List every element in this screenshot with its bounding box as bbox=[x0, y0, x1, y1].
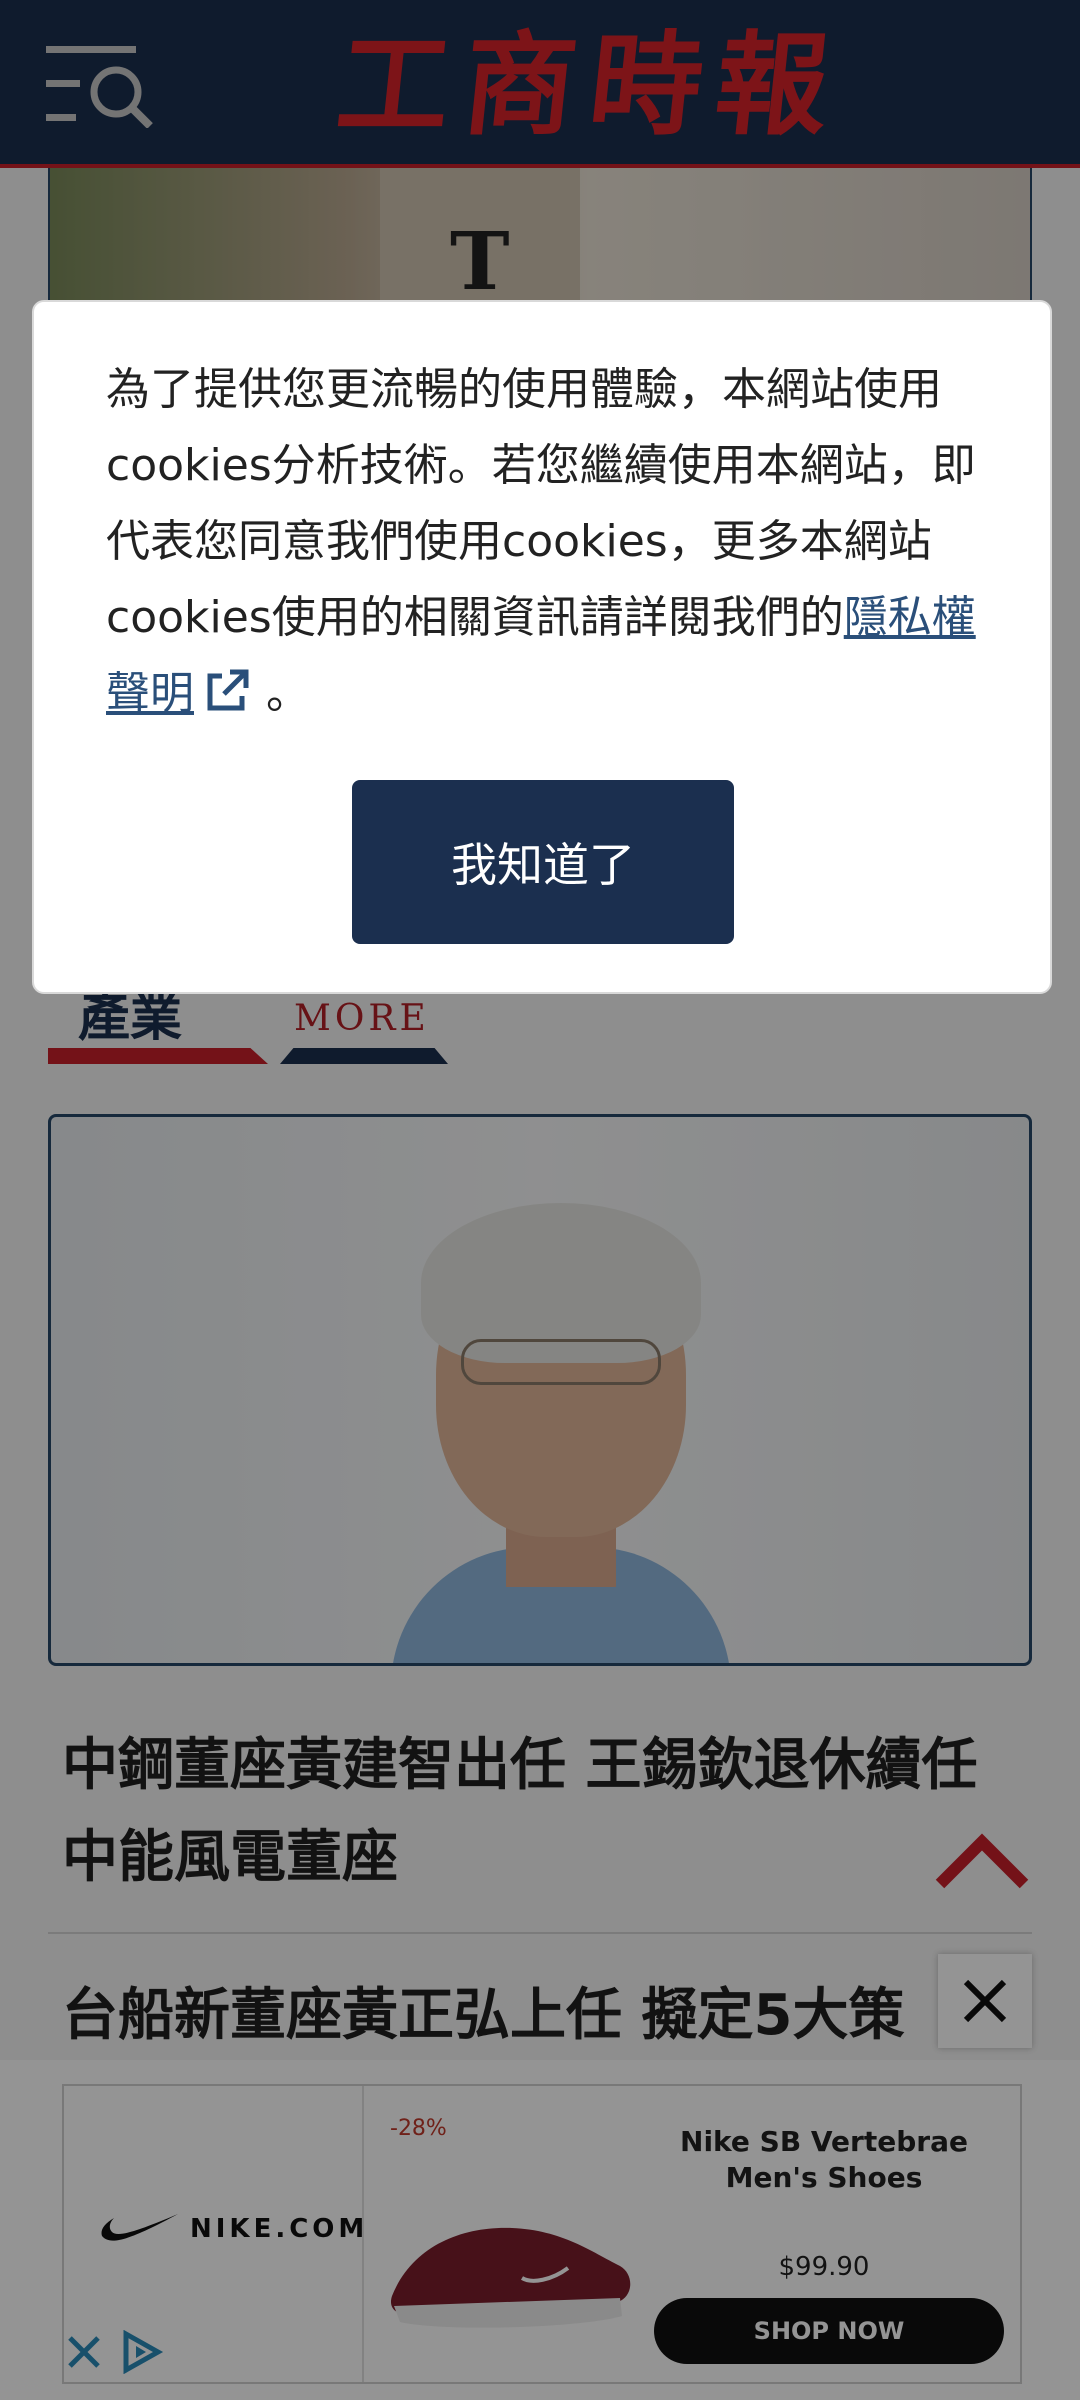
cookie-consent-dialog: 為了提供您更流暢的使用體驗，本網站使用cookies分析技術。若您繼續使用本網站… bbox=[32, 300, 1052, 994]
cookie-consent-tail: 。 bbox=[266, 668, 310, 719]
external-link-icon[interactable] bbox=[202, 666, 252, 716]
cookie-consent-text: 為了提供您更流暢的使用體驗，本網站使用cookies分析技術。若您繼續使用本網站… bbox=[106, 352, 1006, 732]
acknowledge-button[interactable]: 我知道了 bbox=[352, 780, 734, 944]
